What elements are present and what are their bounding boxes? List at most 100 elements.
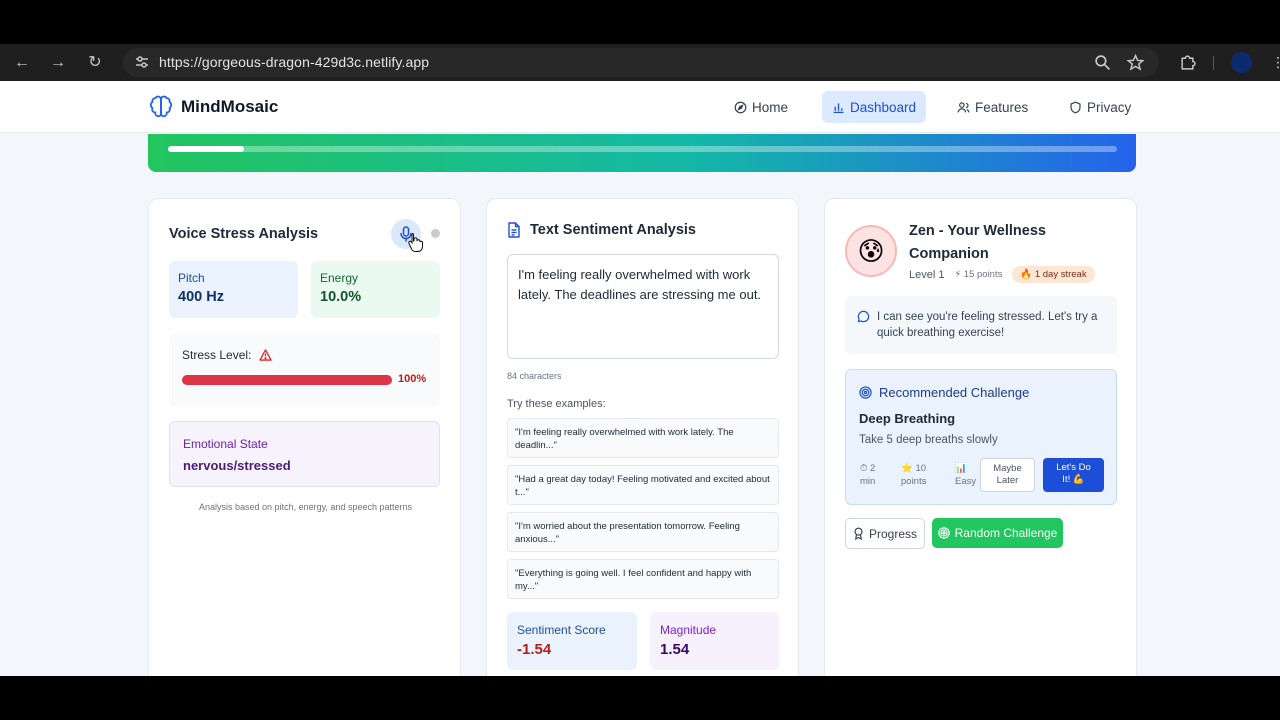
warning-triangle-icon [259, 349, 273, 361]
stress-percent: 100% [398, 373, 427, 385]
screen-top-black-bar [0, 0, 1280, 44]
character-count: 84 characters [507, 371, 562, 381]
sentiment-text-input[interactable]: I'm feeling really overwhelmed with work… [507, 254, 779, 359]
points-line-1: ⭐ 10 [901, 463, 927, 474]
duration-line-2: min [860, 476, 876, 487]
nav-item-label: Dashboard [850, 99, 917, 115]
nav-item-label: Features [975, 99, 1029, 115]
progress-button[interactable]: Progress [845, 518, 925, 549]
example-item[interactable]: "Everything is going well. I feel confid… [507, 559, 779, 599]
reload-icon[interactable]: ↻ [84, 52, 106, 74]
do-it-line-1: Let's Do [1056, 462, 1091, 473]
text-sentiment-card: Text Sentiment Analysis I'm feeling real… [486, 198, 799, 676]
progress-banner [148, 134, 1136, 172]
pitch-value: 400 Hz [178, 289, 224, 305]
difficulty-line-1: 📊 [955, 463, 967, 474]
challenge-name: Deep Breathing [859, 411, 956, 426]
companion-message-text: I can see you're feeling stressed. Let's… [877, 311, 1098, 339]
zoom-icon[interactable] [1094, 54, 1111, 71]
extensions-icon[interactable] [1179, 54, 1196, 71]
energy-value: 10.0% [320, 289, 362, 305]
browser-toolbar: ← → ↻ https://gorgeous-dragon-429d3c.net… [0, 44, 1280, 81]
maybe-later-line-2: Later [996, 475, 1019, 486]
address-bar[interactable]: https://gorgeous-dragon-429d3c.netlify.a… [123, 48, 1159, 77]
target-icon [937, 527, 950, 539]
stress-bar-fill [182, 375, 392, 385]
progress-button-label: Progress [868, 526, 918, 541]
analysis-note: Analysis based on pitch, energy, and spe… [199, 502, 412, 512]
stress-level-label: Stress Level: [182, 348, 252, 362]
challenge-description: Take 5 deep breaths slowly [859, 434, 998, 446]
voice-card-title: Voice Stress Analysis [169, 226, 319, 242]
target-icon [859, 386, 872, 399]
maybe-later-button[interactable]: Maybe Later [980, 458, 1035, 492]
challenge-header: Recommended Challenge [859, 385, 1029, 400]
text-card-title: Text Sentiment Analysis [530, 222, 696, 238]
pitch-label: Pitch [178, 271, 205, 285]
do-it-line-2: It! 💪 [1062, 474, 1085, 485]
random-challenge-button[interactable]: Random Challenge [932, 518, 1063, 548]
top-navigation: MindMosaic Home Dashboard Features Priva… [0, 81, 1280, 133]
magnitude-label: Magnitude [660, 623, 717, 637]
sentiment-score-stat: Sentiment Score -1.54 [507, 612, 637, 670]
sentiment-score-value: -1.54 [517, 641, 552, 658]
shield-icon [1070, 101, 1081, 114]
lets-do-it-button[interactable]: Let's Do It! 💪 [1043, 458, 1104, 492]
bookmark-star-icon[interactable] [1127, 54, 1144, 71]
stress-level-row: Stress Level: [182, 348, 273, 362]
document-icon [508, 222, 520, 238]
example-item[interactable]: "I'm feeling really overwhelmed with wor… [507, 418, 779, 458]
nav-item-label: Privacy [1087, 99, 1132, 115]
streak-badge: 🔥 1 day streak [1012, 266, 1095, 283]
users-icon [957, 101, 970, 112]
points-text: ⚡ 15 points [954, 269, 1003, 280]
nav-item-features[interactable]: Features [947, 91, 1038, 123]
duration-line-1: ⏱ 2 [860, 463, 876, 474]
energy-label: Energy [320, 271, 359, 285]
companion-avatar: 😰 [845, 225, 897, 277]
brain-logo-icon [149, 95, 173, 118]
recording-status-dot [431, 229, 440, 238]
page-viewport: MindMosaic Home Dashboard Features Priva… [0, 81, 1280, 676]
profile-avatar[interactable] [1231, 52, 1252, 73]
screen-bottom-black-bar [0, 676, 1280, 720]
bar-chart-icon [833, 102, 844, 113]
example-item[interactable]: "Had a great day today! Feeling motivate… [507, 465, 779, 505]
example-item[interactable]: "I'm worried about the presentation tomo… [507, 512, 779, 552]
maybe-later-line-1: Maybe [993, 463, 1022, 474]
brand-name[interactable]: MindMosaic [181, 97, 278, 117]
wellness-companion-card: 😰 Zen - Your Wellness Companion Level 1 … [824, 198, 1137, 676]
companion-title: Zen - Your Wellness Companion [909, 223, 1046, 262]
forward-icon[interactable]: → [47, 52, 69, 74]
challenge-points: ⭐ 10 points [901, 462, 926, 488]
compass-icon [734, 101, 747, 113]
challenge-difficulty: 📊 Easy [955, 462, 976, 488]
award-icon [854, 527, 863, 540]
difficulty-line-2: Easy [955, 476, 977, 487]
level-text: Level 1 [909, 268, 945, 281]
nav-item-dashboard[interactable]: Dashboard [822, 91, 927, 123]
magnitude-value: 1.54 [660, 641, 690, 658]
url-text[interactable]: https://gorgeous-dragon-429d3c.netlify.a… [159, 54, 429, 70]
energy-stat: Energy 10.0% [311, 261, 440, 318]
menu-dots-icon[interactable]: ⋮ [1271, 54, 1280, 71]
chat-bubble-icon [857, 310, 870, 323]
stress-level-box: Stress Level: 100% [169, 334, 440, 406]
back-icon[interactable]: ← [11, 52, 33, 74]
examples-label: Try these examples: [507, 398, 606, 410]
challenge-duration: ⏱ 2 min [860, 462, 875, 488]
hand-cursor-icon [408, 233, 423, 252]
companion-stats-row: Level 1 ⚡ 15 points 🔥 1 day streak [909, 266, 1095, 283]
pitch-stat: Pitch 400 Hz [169, 261, 298, 318]
challenge-header-text: Recommended Challenge [879, 385, 1030, 400]
banner-progress-track [168, 146, 1117, 152]
emotional-state-value: nervous/stressed [183, 458, 291, 473]
nav-item-privacy[interactable]: Privacy [1059, 91, 1141, 123]
points-line-2: points [901, 476, 927, 487]
stress-bar-track [182, 375, 392, 385]
nav-item-home[interactable]: Home [724, 91, 798, 123]
companion-message: I can see you're feeling stressed. Let's… [845, 296, 1117, 354]
emotional-state-label: Emotional State [183, 437, 268, 451]
recommended-challenge-box: Recommended Challenge Deep Breathing Tak… [845, 369, 1117, 505]
site-settings-icon[interactable] [134, 54, 150, 70]
